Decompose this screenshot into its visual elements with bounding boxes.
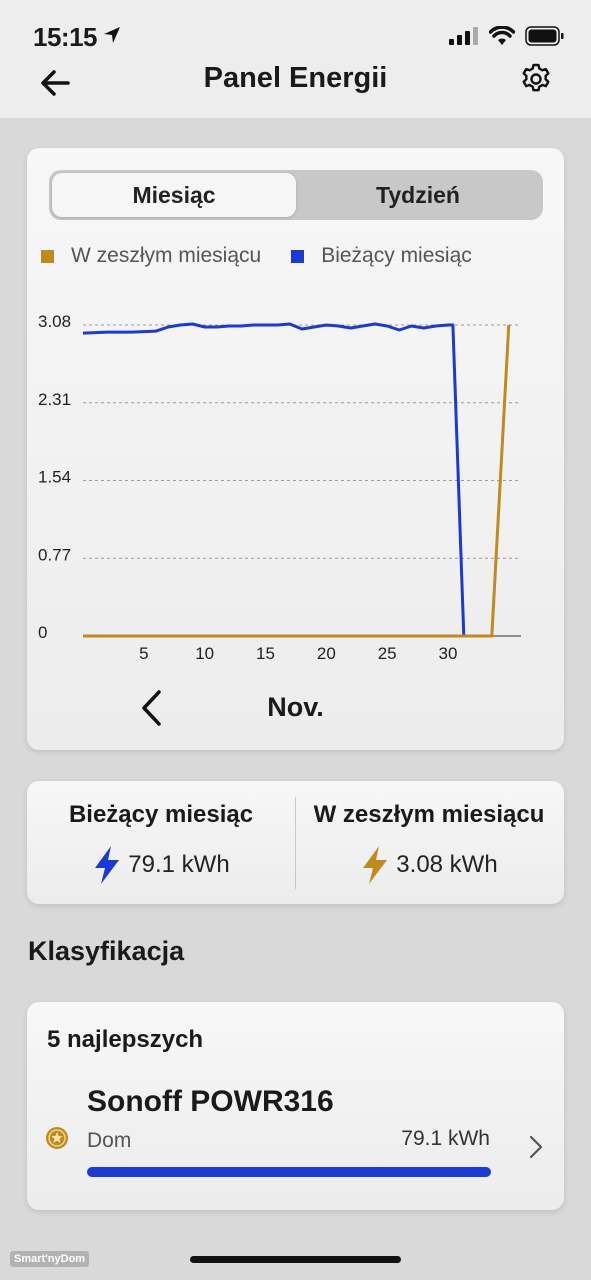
gear-icon[interactable] — [519, 62, 553, 96]
chart-legend: W zeszłym miesiącu Bieżący miesiąc — [41, 244, 502, 268]
nav-bar: Panel Energii — [0, 50, 591, 118]
x-tick-label: 25 — [378, 644, 397, 663]
chart-card: Miesiąc Tydzień W zeszłym miesiącu Bieżą… — [27, 148, 564, 750]
device-room: Dom — [87, 1129, 132, 1152]
battery-icon — [525, 26, 564, 46]
legend-item-previous: W zeszłym miesiącu — [41, 244, 261, 268]
summary-current: Bieżący miesiąc 79.1 kWh — [27, 781, 295, 904]
device-energy-value: 79.1 kWh — [401, 1127, 490, 1150]
ranking-subtitle: 5 najlepszych — [47, 1026, 204, 1053]
energy-line-chart: 0 0.77 1.54 2.31 3.08 5 10 15 20 25 30 — [38, 312, 521, 663]
legend-label-previous: W zeszłym miesiącu — [71, 244, 262, 267]
legend-swatch-previous — [41, 249, 54, 263]
lightning-bolt-icon — [95, 846, 120, 884]
chevron-right-icon[interactable] — [528, 1134, 544, 1160]
legend-item-current: Bieżący miesiąc — [291, 244, 472, 268]
legend-label-current: Bieżący miesiąc — [321, 244, 472, 267]
section-title-ranking: Klasyfikacja — [28, 936, 185, 966]
y-tick-label: 1.54 — [38, 468, 71, 487]
x-tick-label: 10 — [195, 644, 214, 663]
lightning-bolt-icon — [363, 846, 388, 884]
tab-month[interactable]: Miesiąc — [52, 173, 296, 217]
series-line — [82, 322, 466, 637]
summary-previous: W zeszłym miesiącu 3.08 kWh — [295, 781, 563, 904]
y-tick-label: 0 — [38, 623, 47, 642]
location-arrow-icon — [104, 27, 120, 43]
x-tick-label: 5 — [139, 644, 148, 663]
ranking-item[interactable]: Sonoff POWR316 Dom 79.1 kWh — [27, 1077, 564, 1197]
x-tick-label: 20 — [317, 644, 336, 663]
summary-previous-title: W zeszłym miesiącu — [313, 801, 545, 828]
wifi-icon — [489, 26, 515, 45]
month-navigator: Nov. — [27, 683, 564, 733]
ranking-card: 5 najlepszych Sonoff POWR316 Dom 79.1 kW… — [27, 1002, 564, 1210]
y-tick-label: 0.77 — [38, 545, 71, 564]
home-indicator — [190, 1256, 401, 1263]
summary-previous-value-row: 3.08 kWh — [295, 845, 563, 885]
y-tick-label: 3.08 — [38, 312, 71, 331]
month-label: Nov. — [267, 692, 324, 722]
x-tick-label: 30 — [439, 644, 458, 663]
summary-current-value: 79.1 kWh — [128, 851, 230, 878]
period-segmented-control: Miesiąc Tydzień — [49, 170, 543, 220]
device-name: Sonoff POWR316 — [87, 1085, 334, 1118]
x-tick-label: 15 — [256, 644, 275, 663]
signal-icon — [449, 27, 478, 45]
summary-current-title: Bieżący miesiąc — [68, 801, 254, 828]
device-energy-bar — [87, 1167, 491, 1177]
watermark-logo: Smart'nyDom — [10, 1251, 90, 1267]
gold-medal-icon — [46, 1127, 68, 1149]
status-icons — [449, 26, 565, 46]
y-tick-label: 2.31 — [38, 390, 71, 409]
status-time: 15:15 — [33, 22, 98, 52]
legend-swatch-current — [291, 249, 305, 263]
page-title: Panel Energii — [203, 62, 388, 94]
tab-week[interactable]: Tydzień — [296, 173, 540, 217]
summary-current-value-row: 79.1 kWh — [27, 845, 295, 885]
summary-card: Bieżący miesiąc 79.1 kWh W zeszłym miesi… — [27, 781, 564, 904]
summary-previous-value: 3.08 kWh — [396, 851, 498, 878]
